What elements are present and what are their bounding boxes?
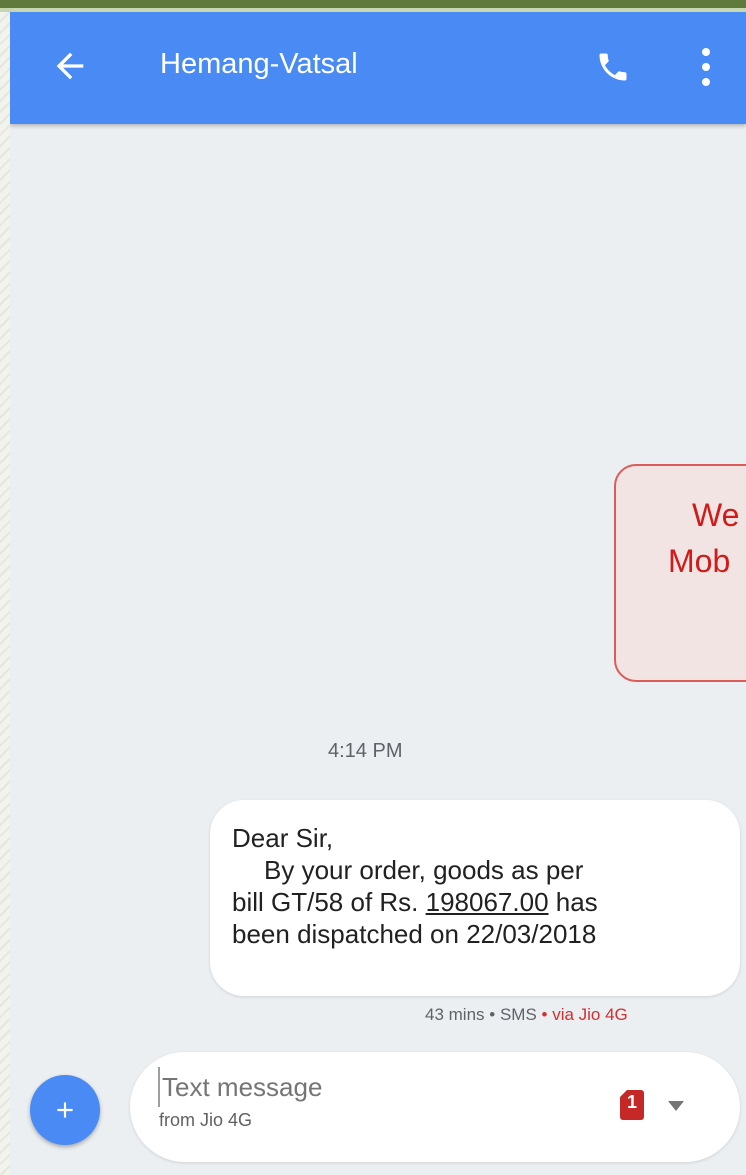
callout-line-1: We <box>692 497 740 533</box>
back-arrow-icon[interactable] <box>50 46 90 86</box>
more-vertical-icon[interactable] <box>696 46 716 88</box>
message-carrier: via Jio 4G <box>552 1005 628 1024</box>
meta-separator: • <box>536 1005 553 1024</box>
app-bar: Hemang-Vatsal <box>10 12 746 124</box>
sim-number: 1 <box>626 1092 637 1112</box>
messaging-screen: Hemang-Vatsal We Mob 4:14 PM Dear Sir, B… <box>10 12 746 1175</box>
message-age: 43 mins <box>425 1005 485 1024</box>
callout-line-2: Mob <box>668 543 731 579</box>
sim-label: from Jio 4G <box>159 1110 253 1130</box>
message-line-3-suffix: has <box>548 887 598 917</box>
message-amount: 198067.00 <box>425 887 549 917</box>
message-line-3: bill GT/58 of Rs. 198067.00 has <box>232 886 732 918</box>
message-line-2: By your order, goods as per <box>264 855 584 885</box>
message-text: Dear Sir, By your order, goods as per bi… <box>232 822 732 950</box>
dropdown-arrow-icon[interactable] <box>668 1101 684 1111</box>
phone-icon[interactable] <box>595 49 631 85</box>
message-line-4: been dispatched on 22/03/2018 <box>232 919 597 949</box>
conversation-title: Hemang-Vatsal <box>160 48 358 80</box>
message-type: SMS <box>499 1005 537 1024</box>
plus-icon <box>57 1102 73 1118</box>
message-input[interactable] <box>158 1067 462 1107</box>
meta-separator: • <box>484 1005 500 1024</box>
message-timestamp: 4:14 PM <box>328 740 403 762</box>
add-attachment-button[interactable] <box>30 1075 100 1145</box>
slide-frame-top <box>0 0 746 8</box>
message-meta: 43 mins • SMS • via Jio 4G <box>425 1005 628 1025</box>
annotation-callout-text: We Mob <box>668 492 746 584</box>
message-line-3-prefix: bill GT/58 of Rs. <box>232 887 426 917</box>
message-line-1: Dear Sir, <box>232 823 334 853</box>
slide-frame-left <box>0 12 10 1175</box>
